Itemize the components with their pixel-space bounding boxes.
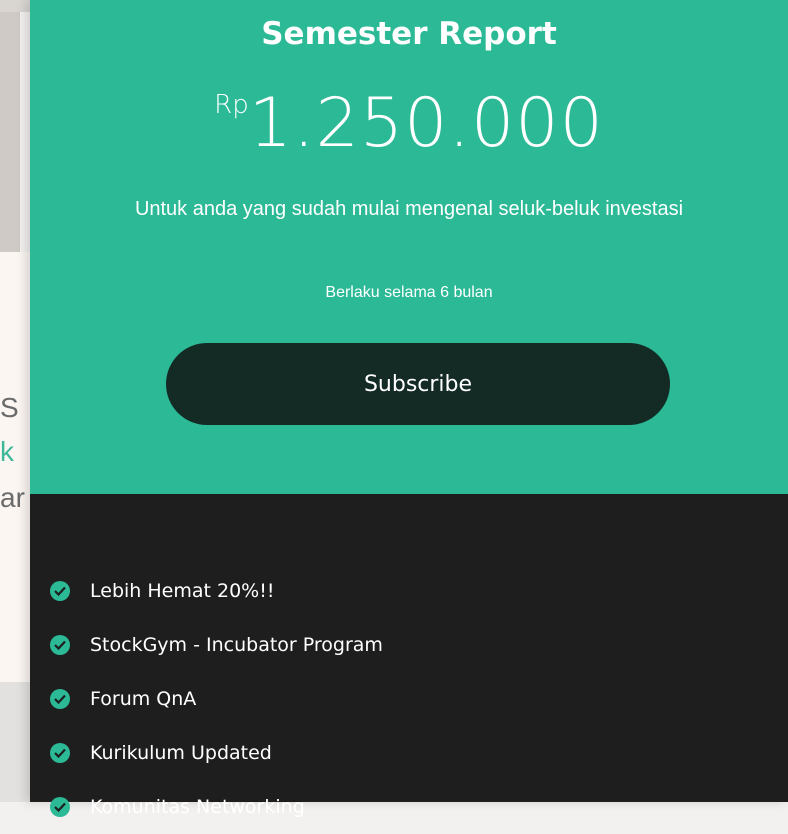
- feature-item: Forum QnA: [50, 672, 383, 726]
- feature-list: Lebih Hemat 20%!! StockGym - Incubator P…: [50, 564, 383, 834]
- check-circle-icon: [50, 689, 70, 709]
- feature-label: Kurikulum Updated: [90, 742, 272, 764]
- plan-duration: Berlaku selama 6 bulan: [325, 284, 493, 301]
- check-circle-icon: [50, 635, 70, 655]
- feature-label: Lebih Hemat 20%!!: [90, 580, 275, 602]
- background-image-fragment: [0, 12, 20, 252]
- pricing-card: Semester Report Rp1.250.000 Untuk anda y…: [30, 0, 788, 818]
- feature-label: StockGym - Incubator Program: [90, 634, 383, 656]
- feature-item: StockGym - Incubator Program: [50, 618, 383, 672]
- check-circle-icon: [50, 797, 70, 817]
- feature-item: Lebih Hemat 20%!!: [50, 564, 383, 618]
- feature-label: Forum QnA: [90, 688, 197, 710]
- plan-title: Semester Report: [261, 16, 557, 52]
- feature-item: Kurikulum Updated: [50, 726, 383, 780]
- subscribe-button[interactable]: Subscribe: [166, 343, 670, 425]
- feature-item: Komunitas Networking: [50, 780, 383, 834]
- check-circle-icon: [50, 743, 70, 763]
- plan-description: Untuk anda yang sudah mulai mengenal sel…: [134, 198, 684, 220]
- check-circle-icon: [50, 581, 70, 601]
- background-link-fragment: k: [0, 436, 14, 467]
- background-footer-panel: [0, 682, 30, 802]
- currency-label: Rp: [214, 90, 249, 120]
- background-text-fragment: ar: [0, 482, 25, 513]
- background-text-fragment: S: [0, 392, 19, 423]
- pricing-card-header: Semester Report Rp1.250.000 Untuk anda y…: [30, 0, 788, 494]
- price-amount: 1.250.000: [248, 84, 604, 163]
- feature-label: Komunitas Networking: [90, 796, 305, 818]
- features-panel: Lebih Hemat 20%!! StockGym - Incubator P…: [30, 494, 788, 818]
- plan-price: Rp1.250.000: [30, 84, 788, 163]
